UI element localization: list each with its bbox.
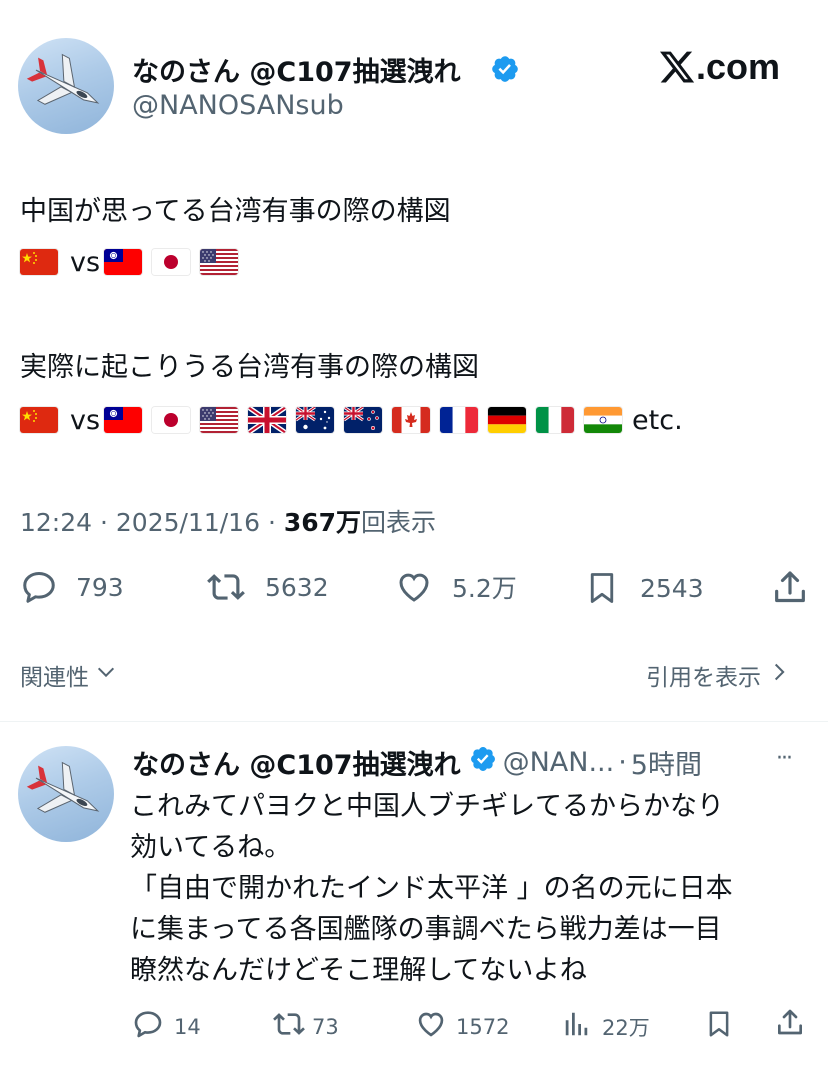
vs-label: vs <box>70 246 101 278</box>
fighter-jet-image <box>26 53 100 105</box>
reply-repost-count: 73 <box>312 1014 339 1039</box>
flags-row-2: vs etc. <box>20 400 683 440</box>
x-logo-icon <box>658 48 696 90</box>
reply-text-line: 瞭然なんだけどそこ理解してないよね <box>130 955 587 986</box>
repost-icon <box>205 568 247 606</box>
bookmark-button[interactable]: 2543 <box>584 568 704 608</box>
japan-flag-icon <box>152 249 191 275</box>
meta-separator: · <box>267 508 276 537</box>
chevron-down-icon <box>95 661 117 689</box>
usa-flag-icon <box>200 249 239 275</box>
reply-icon <box>20 568 58 606</box>
reply-text: これみてパヨクと中国人ブチギレてるからかなり 効いてるね。 「自由で開かれたイン… <box>130 786 733 991</box>
reply-text-line: に集まってる各国艦隊の事調べたら戦力差は一目 <box>130 914 722 945</box>
reply-like-button[interactable]: 1572 <box>414 1008 509 1045</box>
australia-flag-icon <box>296 407 335 433</box>
verified-badge-icon <box>490 54 520 88</box>
germany-flag-icon <box>488 407 527 433</box>
reply-text-line: これみてパヨクと中国人ブチギレてるからかなり <box>130 791 724 822</box>
related-sort-dropdown[interactable]: 関連性 <box>20 658 117 692</box>
show-quotes-label: 引用を表示 <box>646 665 761 691</box>
like-count: 5.2万 <box>452 574 517 603</box>
share-icon <box>774 1006 806 1045</box>
reply-icon <box>132 1008 164 1045</box>
uk-flag-icon <box>248 407 287 433</box>
post-time[interactable]: 12:24 <box>20 508 92 537</box>
bookmark-count: 2543 <box>640 573 704 603</box>
analytics-icon <box>562 1008 592 1045</box>
vs-label: vs <box>70 404 101 436</box>
heart-icon <box>394 568 434 606</box>
chevron-right-icon <box>769 661 789 689</box>
etc-label: etc. <box>632 404 683 436</box>
share-button[interactable] <box>770 568 810 608</box>
flags-row-1: vs <box>20 242 248 282</box>
taiwan-flag-icon <box>104 249 143 275</box>
post-text-line-1: 中国が思ってる台湾有事の際の構図 <box>20 196 451 227</box>
reply-button[interactable]: 793 <box>20 568 124 606</box>
show-quotes-link[interactable]: 引用を表示 <box>646 658 789 692</box>
related-label: 関連性 <box>20 665 89 691</box>
post-text-line-2: 実際に起こりうる台湾有事の際の構図 <box>20 352 479 383</box>
meta-separator: · <box>618 747 627 778</box>
repost-icon <box>272 1008 306 1045</box>
japan-flag-icon <box>152 407 191 433</box>
india-flag-icon <box>584 407 623 433</box>
reply-share-button[interactable] <box>774 1006 806 1045</box>
reply-like-count: 1572 <box>456 1014 510 1039</box>
reply-header: なのさん @C107抽選洩れ @NAN... · 5時間 <box>132 743 702 782</box>
reply-author-handle[interactable]: @NAN... <box>503 747 615 778</box>
site-brand: .com <box>696 46 781 87</box>
reply-author-name[interactable]: なのさん @C107抽選洩れ <box>132 743 461 782</box>
view-count: 367万 <box>283 508 362 537</box>
reply-bookmark-button[interactable] <box>704 1008 734 1045</box>
author-name[interactable]: なのさん @C107抽選洩れ <box>132 50 461 89</box>
reply-view-count: 22万 <box>602 1015 650 1040</box>
section-divider <box>0 721 828 722</box>
canada-flag-icon <box>392 407 431 433</box>
reply-repost-button[interactable]: 73 <box>272 1008 339 1045</box>
verified-badge-icon <box>469 745 497 780</box>
heart-icon <box>414 1008 448 1045</box>
china-flag-icon <box>20 249 58 275</box>
reply-text-line: 「自由で開かれたインド太平洋 」の名の元に日本 <box>130 873 733 904</box>
usa-flag-icon <box>200 407 239 433</box>
post-meta: 12:24 · 2025/11/16 · 367万回表示 <box>20 503 436 539</box>
new-zealand-flag-icon <box>344 407 383 433</box>
italy-flag-icon <box>536 407 575 433</box>
france-flag-icon <box>440 407 479 433</box>
fighter-jet-image <box>26 761 100 813</box>
reply-reply-button[interactable]: 14 <box>132 1008 201 1045</box>
view-label: 回表示 <box>361 508 437 537</box>
author-avatar[interactable] <box>18 38 114 134</box>
bookmark-icon <box>584 568 620 608</box>
more-options-button[interactable]: ··· <box>776 746 793 771</box>
reply-count: 793 <box>76 572 124 602</box>
china-flag-icon <box>20 407 58 433</box>
repost-button[interactable]: 5632 <box>205 568 329 606</box>
reply-author-avatar[interactable] <box>18 746 114 842</box>
author-handle[interactable]: @NANOSANsub <box>132 90 344 121</box>
share-icon <box>770 568 810 608</box>
post-date[interactable]: 2025/11/16 <box>116 508 260 537</box>
reply-reply-count: 14 <box>174 1014 201 1039</box>
reply-time[interactable]: 5時間 <box>631 743 702 782</box>
bookmark-icon <box>704 1008 734 1045</box>
meta-separator: · <box>100 508 108 537</box>
repost-count: 5632 <box>265 572 329 602</box>
like-button[interactable]: 5.2万 <box>394 568 517 606</box>
reply-text-line: 効いてるね。 <box>130 832 292 863</box>
reply-views-button[interactable]: 22万 <box>562 1008 650 1045</box>
taiwan-flag-icon <box>104 407 143 433</box>
